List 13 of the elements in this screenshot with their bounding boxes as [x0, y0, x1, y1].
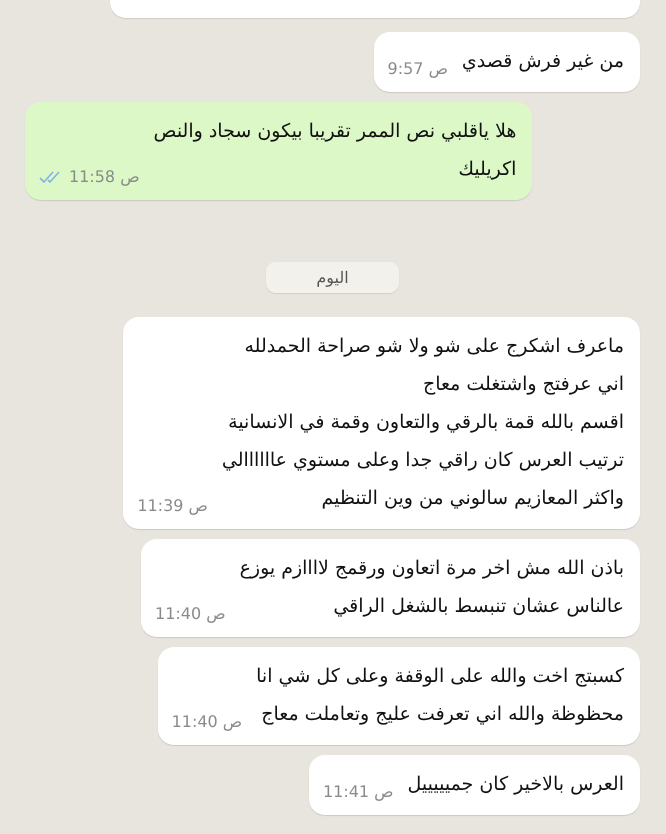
message-text: كسبتج اخت والله على الوقفة وعلى كل شي انا محظوظة والله اني تعرفت عليج وتعاملت معاج: [256, 664, 624, 727]
message-time: ص 11:39: [137, 496, 208, 515]
message-time: ص 11:40: [172, 712, 242, 731]
message-text: ماعرف اشكرج على شو ولا شو صراحة الحمدلله اني عرفتج واشتغلت معاج اقسم بالله قمة بالرقي والتعاون وقمة في الانسانية ترتيب العرس كان راقي جدا وعلى مستوي عاااااالي واكثر المعازيم سالوني من وين التنظيم: [222, 334, 624, 511]
date-label: اليوم: [266, 262, 399, 293]
message-time: ص 11:58: [69, 167, 140, 186]
message-time: ص 11:41: [322, 782, 394, 801]
message-time: ص 11:40: [155, 604, 226, 623]
message-text: هلا ياقلبي نص الممر تقريبا بيكون سجاد والنص اكريليك: [154, 119, 516, 182]
message-text: من غير فرش قصدي: [462, 49, 624, 74]
message-text: باذن الله مش اخر مرة اتعاون ورقمج لاااازم يوزع عالناس عشان تنبسط بالشغل الراقي: [240, 556, 624, 619]
message-time: ص 9:57: [388, 59, 448, 78]
message-text: العرس بالاخير كان جميييييل: [408, 772, 624, 797]
